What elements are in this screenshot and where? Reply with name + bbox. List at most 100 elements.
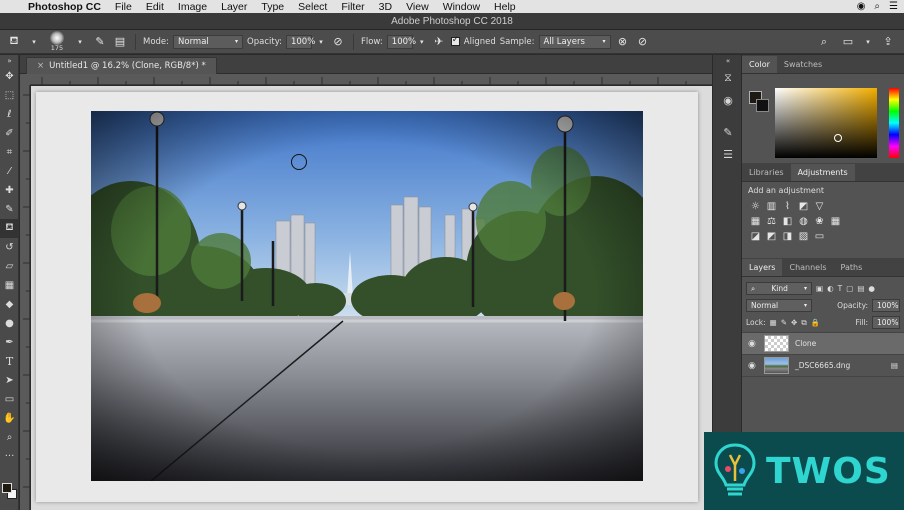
clone-source-icon[interactable]: ▤ [112,34,128,50]
menu-help[interactable]: Help [487,1,523,13]
quick-select-tool-icon[interactable]: ✐ [0,124,19,143]
zoom-tool-icon[interactable]: ⌕ [0,428,19,447]
filter-pixel-icon[interactable]: ▣ [816,284,823,293]
lock-pixels-icon[interactable]: ✎ [781,318,787,327]
dodge-tool-icon[interactable]: ● [0,314,19,333]
foreground-color-swatch[interactable] [2,483,12,493]
eye-icon[interactable]: ◉ [748,339,758,349]
channel-mixer-icon[interactable]: ❀ [814,216,825,227]
chevron-down-icon[interactable]: ▾ [316,34,326,50]
tab-libraries[interactable]: Libraries [742,164,791,181]
lasso-tool-icon[interactable]: ℓ [0,105,19,124]
photo-layer-image[interactable] [91,111,643,481]
brush-preset-picker[interactable]: 175 [46,31,68,52]
aligned-checkbox[interactable] [450,35,460,46]
menu-filter[interactable]: Filter [334,1,371,13]
hand-tool-icon[interactable]: ✋ [0,409,19,428]
layer-opacity-input[interactable]: 100% [872,299,900,312]
airbrush-icon[interactable]: ✈ [431,34,447,50]
lock-all-icon[interactable]: 🔒 [811,318,820,327]
tab-channels[interactable]: Channels [782,259,833,276]
eye-icon[interactable]: ◉ [748,361,758,371]
pen-tool-icon[interactable]: ✒ [0,333,19,352]
clone-stamp-tool-icon[interactable]: ⛾ [6,34,22,50]
tab-layers[interactable]: Layers [742,259,783,276]
shape-tool-icon[interactable]: ▭ [0,390,19,409]
color-picker-ring[interactable] [834,134,842,142]
filter-smart-object-icon[interactable]: ▤ [857,284,864,293]
more-tools-icon[interactable]: ··· [0,447,19,466]
document-tab[interactable]: × Untitled1 @ 16.2% (Clone, RGB/8*) * [26,57,217,74]
threshold-icon[interactable]: ◨ [782,231,793,242]
color-balance-icon[interactable]: ⚖ [766,216,777,227]
vertical-ruler[interactable] [20,85,30,510]
menu-file[interactable]: File [108,1,139,13]
filter-toggle-icon[interactable]: ● [868,284,875,293]
layer-row-photo[interactable]: ◉ _DSC6665.dng ▤ [742,355,904,377]
tab-swatches[interactable]: Swatches [777,56,829,73]
crop-tool-icon[interactable]: ⌗ [0,143,19,162]
move-tool-icon[interactable]: ✥ [0,67,19,86]
status-icon[interactable]: ◉ [857,1,866,12]
menu-window[interactable]: Window [436,1,487,13]
tab-paths[interactable]: Paths [834,259,870,276]
chevron-down-icon[interactable]: ▾ [864,34,872,50]
clone-stamp-tool-icon[interactable]: ⛾ [0,219,19,238]
brush-settings-icon[interactable]: ✎ [92,34,108,50]
lock-artboard-icon[interactable]: ⧉ [801,318,806,328]
posterize-icon[interactable]: ◩ [766,231,777,242]
menu-view[interactable]: View [399,1,436,13]
exposure-icon[interactable]: ◩ [798,201,809,212]
type-tool-icon[interactable]: T [0,352,19,371]
lock-transparency-icon[interactable]: ▦ [770,318,777,327]
invert-icon[interactable]: ◪ [750,231,761,242]
fill-input[interactable]: 100% [872,316,900,329]
layer-row-clone[interactable]: ◉ Clone [742,333,904,355]
black-white-icon[interactable]: ◧ [782,216,793,227]
opacity-input[interactable]: 100% [285,34,315,49]
gradient-map-icon[interactable]: ▭ [814,231,825,242]
hue-saturation-icon[interactable]: ▦ [750,216,761,227]
brush-tool-icon[interactable]: ✎ [0,200,19,219]
selective-color-icon[interactable]: ▨ [798,231,809,242]
filter-shape-icon[interactable]: ▢ [846,284,853,293]
tab-adjustments[interactable]: Adjustments [790,164,855,181]
levels-icon[interactable]: ▥ [766,201,777,212]
mode-select[interactable]: Normal ▾ [173,34,244,49]
properties-icon[interactable]: ◉ [713,89,743,111]
search-icon[interactable]: ⌕ [874,1,880,12]
color-lookup-icon[interactable]: ▦ [830,216,841,227]
kind-filter-select[interactable]: ⌕ Kind ▾ [746,282,812,295]
collapse-icon[interactable]: » [0,55,19,67]
brush-panel-icon[interactable]: ✎ [713,121,743,143]
menu-layer[interactable]: Layer [214,1,254,13]
tab-color[interactable]: Color [742,56,777,73]
menu-edit[interactable]: Edit [139,1,171,13]
collapse-icon[interactable]: « [713,55,743,67]
lock-position-icon[interactable]: ✥ [791,318,797,327]
menu-image[interactable]: Image [171,1,214,13]
curves-icon[interactable]: ⌇ [782,201,793,212]
pressure-opacity-icon[interactable]: ⊘ [330,34,346,50]
horizontal-ruler[interactable] [30,74,712,85]
list-icon[interactable]: ☰ [889,1,898,12]
color-picker-field[interactable] [775,88,877,158]
marquee-tool-icon[interactable]: ⬚ [0,86,19,105]
brush-settings-icon[interactable]: ☰ [713,143,743,165]
path-select-tool-icon[interactable]: ➤ [0,371,19,390]
menu-3d[interactable]: 3D [372,1,399,13]
filter-type-icon[interactable]: T [838,284,843,293]
search-icon[interactable]: ⌕ [816,34,832,50]
gradient-tool-icon[interactable]: ▦ [0,276,19,295]
workspace-icon[interactable]: ▭ [840,34,856,50]
ignore-adjustment-icon[interactable]: ⊗ [615,34,631,50]
eyedropper-tool-icon[interactable]: ⁄ [0,162,19,181]
photo-filter-icon[interactable]: ◍ [798,216,809,227]
history-icon[interactable]: ⧖ [713,67,743,89]
blend-mode-select[interactable]: Normal ▾ [746,299,812,312]
eraser-tool-icon[interactable]: ▱ [0,257,19,276]
vibrance-icon[interactable]: ▽ [814,201,825,212]
pressure-size-icon[interactable]: ⊘ [635,34,651,50]
close-icon[interactable]: × [37,61,44,71]
hue-slider[interactable] [889,88,899,158]
